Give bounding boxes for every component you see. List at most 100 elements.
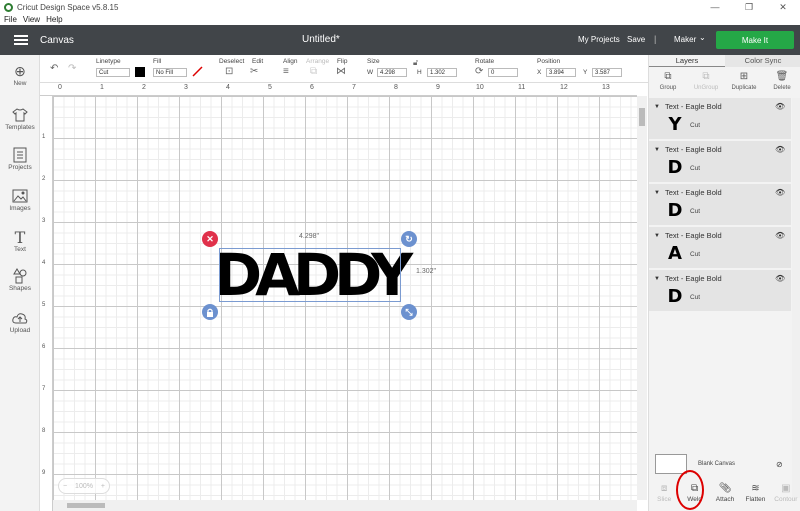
ruler-tick-label: 12 (560, 84, 568, 91)
layer-item[interactable]: ▼ Text - Eagle Bold 👁︎ D Cut (649, 270, 791, 313)
caret-down-icon[interactable]: ▼ (654, 276, 660, 282)
rotate-icon: ⟳ (475, 66, 484, 77)
sidebar-item-new[interactable]: ⊕ New (0, 63, 40, 99)
y-input[interactable]: 3.587 (592, 68, 622, 77)
ungroup-button[interactable]: ⧉ UnGroup (687, 68, 725, 98)
group-button[interactable]: ⧉ Group (649, 68, 687, 98)
x-input[interactable]: 3.894 (546, 68, 576, 77)
layer-thumbnail: D (667, 157, 683, 178)
edit-scissors-icon[interactable]: ✂ (250, 66, 258, 77)
height-input[interactable]: 1.302 (427, 68, 457, 77)
linetype-select[interactable]: Cut (96, 68, 130, 77)
caret-down-icon[interactable]: ▼ (654, 147, 660, 153)
layer-actions: ⧉ Group ⧉ UnGroup ⊞ Duplicate 🗑︎ Delete (649, 68, 800, 98)
blank-canvas-label: Blank Canvas (698, 461, 736, 467)
eye-hidden-icon[interactable]: ⊘ (776, 460, 783, 469)
position-label: Position (537, 58, 561, 65)
eye-icon[interactable]: 👁︎ (775, 231, 785, 240)
slice-button[interactable]: ⧈ Slice (649, 480, 679, 511)
layer-item[interactable]: ▼ Text - Eagle Bold 👁︎ D Cut (649, 184, 791, 227)
sidebar-item-upload[interactable]: Upload (0, 310, 40, 346)
maximize-button[interactable]: ❐ (732, 0, 766, 14)
deselect-icon[interactable]: ⊡ (225, 66, 233, 77)
arrange-icon[interactable]: ⧉ (310, 66, 317, 77)
close-window-button[interactable]: ✕ (766, 0, 800, 14)
make-it-button[interactable]: Make It (716, 31, 794, 49)
zoom-in-button[interactable]: + (101, 483, 105, 490)
header-separator: | (654, 34, 657, 44)
layer-name: Text - Eagle Bold (665, 231, 722, 240)
sidebar-item-label: Images (9, 205, 31, 212)
sidebar-item-label: Upload (9, 327, 31, 334)
linetype-color-swatch[interactable] (135, 67, 145, 77)
delete-handle-icon[interactable]: ✕ (202, 231, 218, 247)
lock-icon[interactable]: 🔓︎ (413, 58, 418, 68)
minimize-button[interactable]: — (698, 0, 732, 14)
menu-file[interactable]: File (4, 15, 17, 24)
menu-help[interactable]: Help (46, 15, 62, 24)
ruler-tick-label: 0 (58, 84, 62, 91)
layer-item[interactable]: ▼ Text - Eagle Bold 👁︎ A Cut (649, 227, 791, 270)
flip-label: Flip (337, 58, 348, 65)
caret-down-icon[interactable]: ▼ (654, 104, 660, 110)
fill-select[interactable]: No Fill (153, 68, 187, 77)
save-link[interactable]: Save (627, 35, 645, 44)
layer-item[interactable]: ▼ Text - Eagle Bold 👁︎ D Cut (649, 141, 791, 184)
flatten-button[interactable]: ≋ Flatten (740, 480, 770, 511)
eye-icon[interactable]: 👁︎ (775, 274, 785, 283)
slice-label: Slice (657, 496, 672, 503)
zoom-out-button[interactable]: − (63, 483, 67, 490)
sidebar-item-images[interactable]: Images (0, 188, 40, 224)
attach-button[interactable]: 📎︎ Attach (710, 480, 740, 511)
undo-icon[interactable]: ↶ (50, 63, 58, 74)
eye-icon[interactable]: 👁︎ (775, 145, 785, 154)
eye-icon[interactable]: 👁︎ (775, 188, 785, 197)
scale-handle-icon[interactable]: ⤡ (401, 304, 417, 320)
layer-item[interactable]: ▼ Text - Eagle Bold 👁︎ Y Cut (649, 98, 791, 141)
redo-icon[interactable]: ↷ (68, 63, 76, 74)
scroll-thumb[interactable] (67, 503, 105, 508)
ruler-tick-label: 6 (310, 84, 314, 91)
duplicate-button[interactable]: ⊞ Duplicate (725, 68, 763, 98)
zoom-level: 100% (75, 482, 93, 490)
contour-button[interactable]: ▣ Contour (771, 480, 800, 511)
tab-color-sync[interactable]: Color Sync (725, 55, 800, 67)
hamburger-menu-icon[interactable] (14, 35, 28, 45)
selection-box[interactable] (219, 248, 401, 302)
chevron-down-icon[interactable]: ⌄ (699, 33, 706, 42)
sidebar-item-shapes[interactable]: Shapes (0, 268, 40, 304)
machine-selector[interactable]: Maker (674, 35, 696, 44)
ungroup-icon: ⧉ (702, 71, 710, 82)
lock-handle-icon[interactable] (202, 304, 218, 320)
sidebar-item-templates[interactable]: Templates (0, 107, 40, 143)
layer-name: Text - Eagle Bold (665, 102, 722, 111)
no-fill-swatch-icon[interactable] (192, 66, 203, 77)
delete-button[interactable]: 🗑︎ Delete (763, 68, 800, 98)
sidebar-item-text[interactable]: T Text (0, 228, 40, 265)
my-projects-link[interactable]: My Projects (578, 35, 620, 44)
align-icon[interactable]: ≡ (283, 66, 289, 77)
eye-icon[interactable]: 👁︎ (775, 102, 785, 111)
flip-icon[interactable]: ⋈ (336, 66, 346, 77)
sidebar-item-projects[interactable]: Projects (0, 147, 40, 183)
rotate-handle-icon[interactable]: ↻ (401, 231, 417, 247)
panel-scrollbar[interactable] (792, 98, 800, 498)
ruler-tick-label: 1 (42, 134, 46, 140)
arrange-label: Arrange (306, 58, 330, 65)
tab-layers[interactable]: Layers (649, 55, 725, 67)
contour-label: Contour (774, 496, 798, 503)
menu-view[interactable]: View (23, 15, 40, 24)
rotate-input[interactable]: 0 (488, 68, 518, 77)
contour-icon: ▣ (781, 483, 791, 494)
height-dimension-label: 1.302" (416, 268, 437, 275)
ruler-tick-label: 13 (602, 84, 610, 91)
vertical-scrollbar[interactable] (637, 96, 647, 500)
caret-down-icon[interactable]: ▼ (654, 190, 660, 196)
ruler-tick-label: 9 (42, 470, 46, 476)
width-input[interactable]: 4.298 (377, 68, 407, 77)
layer-operation: Cut (690, 294, 701, 301)
caret-down-icon[interactable]: ▼ (654, 233, 660, 239)
horizontal-scrollbar[interactable] (53, 500, 637, 511)
scroll-thumb[interactable] (639, 108, 645, 126)
blank-canvas-swatch[interactable] (655, 454, 687, 474)
